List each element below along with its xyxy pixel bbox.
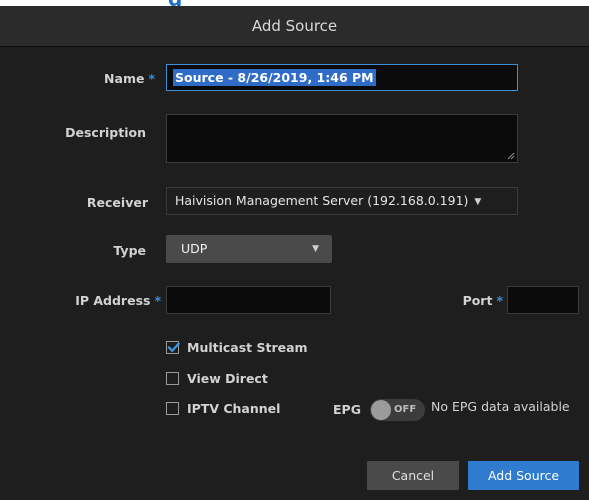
- check-icon: [167, 342, 180, 353]
- name-input[interactable]: Source - 8/26/2019, 1:46 PM: [166, 64, 518, 91]
- type-select-value: UDP: [181, 241, 208, 256]
- description-textarea[interactable]: [166, 114, 518, 163]
- name-input-value: Source - 8/26/2019, 1:46 PM: [173, 69, 376, 86]
- ip-address-required-marker: *: [154, 293, 161, 308]
- epg-toggle-text: OFF: [394, 404, 417, 415]
- cancel-button[interactable]: Cancel: [367, 461, 459, 490]
- name-required-marker: *: [148, 71, 155, 86]
- description-label: Description: [65, 125, 146, 140]
- type-select[interactable]: UDP ▼: [166, 235, 332, 263]
- ip-address-input[interactable]: [166, 286, 331, 314]
- port-required-marker: *: [496, 293, 503, 308]
- epg-label: EPG: [333, 402, 361, 417]
- add-source-button[interactable]: Add Source: [468, 461, 579, 490]
- caret-down-icon: ▼: [474, 196, 482, 207]
- description-label-text: Description: [65, 125, 146, 140]
- ip-address-label: IP Address *: [75, 293, 161, 308]
- toggle-knob: [371, 400, 391, 420]
- receiver-label-text: Receiver: [86, 195, 148, 210]
- type-label-text: Type: [113, 243, 146, 258]
- port-input[interactable]: [507, 286, 579, 314]
- iptv-channel-label: IPTV Channel: [187, 401, 281, 416]
- view-direct-checkbox[interactable]: [166, 372, 179, 385]
- iptv-channel-option[interactable]: IPTV Channel: [166, 401, 280, 416]
- view-direct-label: View Direct: [187, 371, 268, 386]
- multicast-stream-option[interactable]: Multicast Stream: [166, 340, 308, 355]
- resize-grip-icon[interactable]: [507, 152, 515, 160]
- name-label-text: Name: [104, 71, 145, 86]
- dialog-header: Add Source: [0, 6, 589, 47]
- port-label: Port *: [463, 293, 503, 308]
- receiver-select-value: Haivision Management Server (192.168.0.1…: [175, 193, 469, 208]
- add-source-dialog: Add Source Name * Source - 8/26/2019, 1:4…: [0, 6, 589, 500]
- epg-toggle[interactable]: OFF: [370, 399, 425, 421]
- multicast-stream-checkbox[interactable]: [166, 341, 180, 354]
- type-label: Type: [113, 243, 146, 258]
- receiver-select[interactable]: Haivision Management Server (192.168.0.1…: [166, 187, 518, 215]
- multicast-stream-label: Multicast Stream: [187, 340, 308, 355]
- view-direct-option[interactable]: View Direct: [166, 371, 268, 386]
- iptv-channel-checkbox[interactable]: [166, 402, 179, 415]
- epg-status: No EPG data available: [431, 399, 570, 414]
- caret-down-icon: ▼: [312, 244, 319, 254]
- dialog-title: Add Source: [251, 17, 338, 35]
- name-label: Name *: [104, 71, 155, 86]
- ip-address-label-text: IP Address: [75, 293, 151, 308]
- port-label-text: Port: [462, 293, 493, 308]
- receiver-label: Receiver: [87, 195, 148, 210]
